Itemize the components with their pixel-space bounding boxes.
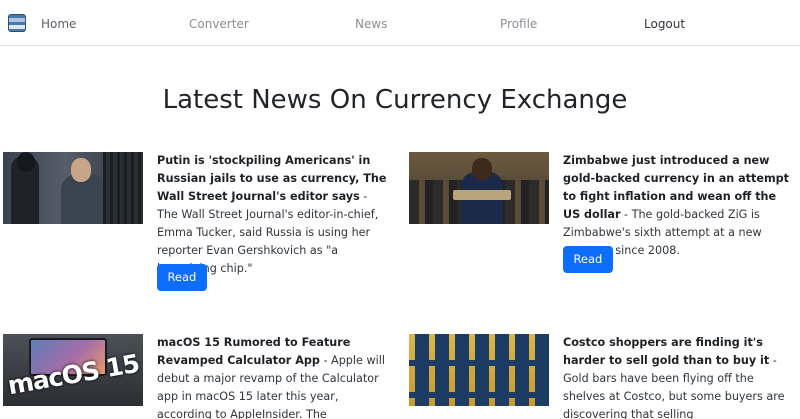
person-head: [17, 152, 35, 172]
article-text: macOS 15 Rumored to Feature Revamped Cal…: [157, 334, 389, 419]
article-text: Putin is 'stockpiling Americans' in Russ…: [157, 152, 389, 278]
page-title: Latest News On Currency Exchange: [162, 85, 628, 115]
nav-converter-link[interactable]: Converter: [189, 16, 249, 32]
article-thumbnail-image[interactable]: [3, 152, 143, 224]
logo-band: [9, 25, 25, 29]
background-detail: [103, 152, 143, 224]
person-head: [472, 158, 492, 180]
gold-bars-rows: [409, 334, 549, 406]
read-more-button[interactable]: Read more: [157, 264, 207, 311]
nav-profile-link[interactable]: Profile: [500, 16, 537, 32]
nav-news-link[interactable]: News: [355, 16, 387, 32]
article-text: Costco shoppers are finding it's harder …: [563, 334, 793, 419]
article-text: Zimbabwe just introduced a new gold-back…: [563, 152, 793, 260]
read-more-button[interactable]: Read more: [563, 246, 613, 293]
nav-home-link[interactable]: Home: [41, 16, 76, 32]
article-headline: Costco shoppers are finding it's harder …: [563, 336, 770, 367]
app-logo-icon[interactable]: [8, 14, 26, 32]
person-head: [71, 158, 91, 182]
nav-logout-link[interactable]: Logout: [644, 16, 685, 32]
article-thumbnail-image[interactable]: [409, 334, 549, 406]
article-thumbnail-image[interactable]: [409, 152, 549, 224]
banknotes-graphic: [453, 190, 511, 200]
logo-band: [9, 18, 25, 22]
top-navbar: Home Converter News Profile Logout: [0, 0, 800, 46]
article-headline: Putin is 'stockpiling Americans' in Russ…: [157, 154, 387, 203]
article-thumbnail-image[interactable]: macOS 15: [3, 334, 143, 406]
